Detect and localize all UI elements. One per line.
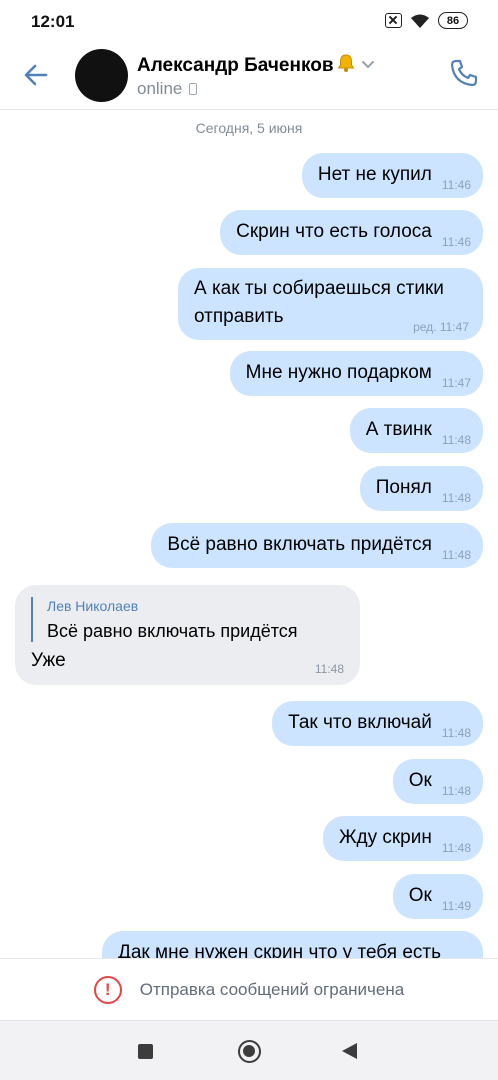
- message-outgoing[interactable]: Мне нужно подарком 11:47: [229, 351, 483, 396]
- message-outgoing[interactable]: А твинк 11:48: [349, 408, 483, 453]
- message-text: Дак мне нужен скрин что у тебя есть: [118, 942, 441, 958]
- back-arrow-icon[interactable]: [20, 59, 52, 91]
- message-time: 11:48: [441, 841, 471, 855]
- sim-off-icon: [385, 13, 402, 28]
- message-time: 11:48: [441, 784, 471, 798]
- message-time: 11:48: [314, 662, 344, 676]
- contact-name-row[interactable]: Александр Баченков: [137, 53, 374, 77]
- message-outgoing[interactable]: Дак мне нужен скрин что у тебя есть: [102, 931, 483, 958]
- reply-author[interactable]: Лев Николаев: [47, 598, 138, 614]
- message-time: 11:48: [441, 433, 471, 447]
- battery-icon: 86: [438, 12, 468, 29]
- message-time: 11:47: [441, 376, 471, 390]
- message-time: 11:46: [441, 235, 471, 249]
- restriction-text: Отправка сообщений ограничена: [139, 979, 405, 999]
- home-circle-icon[interactable]: [238, 1040, 261, 1063]
- avatar[interactable]: [75, 49, 128, 102]
- wifi-icon: [411, 14, 429, 28]
- message-text: Всё равно включать придётся: [167, 534, 432, 555]
- message-time: 11:48: [441, 491, 471, 505]
- message-text: Понял: [375, 477, 432, 498]
- back-triangle-icon[interactable]: [342, 1043, 357, 1059]
- system-nav-bar: [0, 1020, 498, 1080]
- message-text: Жду скрин: [338, 827, 432, 848]
- date-separator: Сегодня, 5 июня: [195, 120, 303, 136]
- message-time: 11:48: [441, 726, 471, 740]
- warning-circle-icon: !: [93, 975, 122, 1004]
- message-time: 11:49: [441, 899, 471, 913]
- message-time: 11:48: [441, 548, 471, 562]
- message-text-line2: отправить: [194, 306, 284, 327]
- message-outgoing[interactable]: Ок 11:48: [392, 759, 483, 804]
- message-text: Ок: [408, 770, 432, 791]
- chevron-down-icon[interactable]: [361, 61, 374, 69]
- mobile-device-icon: [189, 83, 198, 95]
- message-incoming[interactable]: Лев Николаев Всё равно включать придётся…: [15, 585, 360, 685]
- message-text: Мне нужно подарком: [245, 362, 432, 383]
- message-outgoing[interactable]: А как ты собираешься стики отправить ред…: [178, 268, 483, 340]
- status-icons: 86: [385, 12, 468, 29]
- message-text: А твинк: [365, 419, 432, 440]
- message-list[interactable]: Сегодня, 5 июня Нет не купил 11:46 Скрин…: [0, 110, 498, 958]
- message-text-line1: А как ты собираешься стики: [194, 278, 444, 299]
- message-text: Скрин что есть голоса: [236, 221, 432, 242]
- contact-name: Александр Баченков: [137, 55, 334, 76]
- chat-header: Александр Баченков online: [0, 44, 498, 110]
- message-text: Ок: [408, 885, 432, 906]
- message-outgoing[interactable]: Понял 11:48: [359, 466, 483, 511]
- phone-call-icon[interactable]: [448, 57, 480, 89]
- message-outgoing[interactable]: Нет не купил 11:46: [301, 153, 483, 198]
- bell-icon: [337, 54, 354, 72]
- message-outgoing[interactable]: Скрин что есть голоса 11:46: [220, 210, 483, 255]
- contact-status-row: online: [137, 79, 198, 99]
- recents-square-icon[interactable]: [138, 1044, 153, 1059]
- messaging-restricted-banner: ! Отправка сообщений ограничена: [0, 958, 498, 1020]
- message-time: ред. 11:47: [413, 320, 469, 334]
- message-time: 11:46: [441, 178, 471, 192]
- status-bar: 12:01 86: [0, 0, 498, 44]
- message-outgoing[interactable]: Так что включай 11:48: [272, 701, 483, 746]
- reply-text[interactable]: Всё равно включать придётся: [47, 621, 298, 642]
- status-time: 12:01: [31, 12, 75, 31]
- message-outgoing[interactable]: Ок 11:49: [392, 874, 483, 919]
- contact-status: online: [137, 79, 183, 98]
- message-text: Так что включай: [288, 712, 432, 733]
- message-text: Нет не купил: [317, 164, 432, 185]
- message-outgoing[interactable]: Всё равно включать придётся 11:48: [151, 523, 483, 568]
- message-text: Уже: [31, 650, 66, 671]
- message-outgoing[interactable]: Жду скрин 11:48: [322, 816, 483, 861]
- reply-bar: [31, 597, 33, 642]
